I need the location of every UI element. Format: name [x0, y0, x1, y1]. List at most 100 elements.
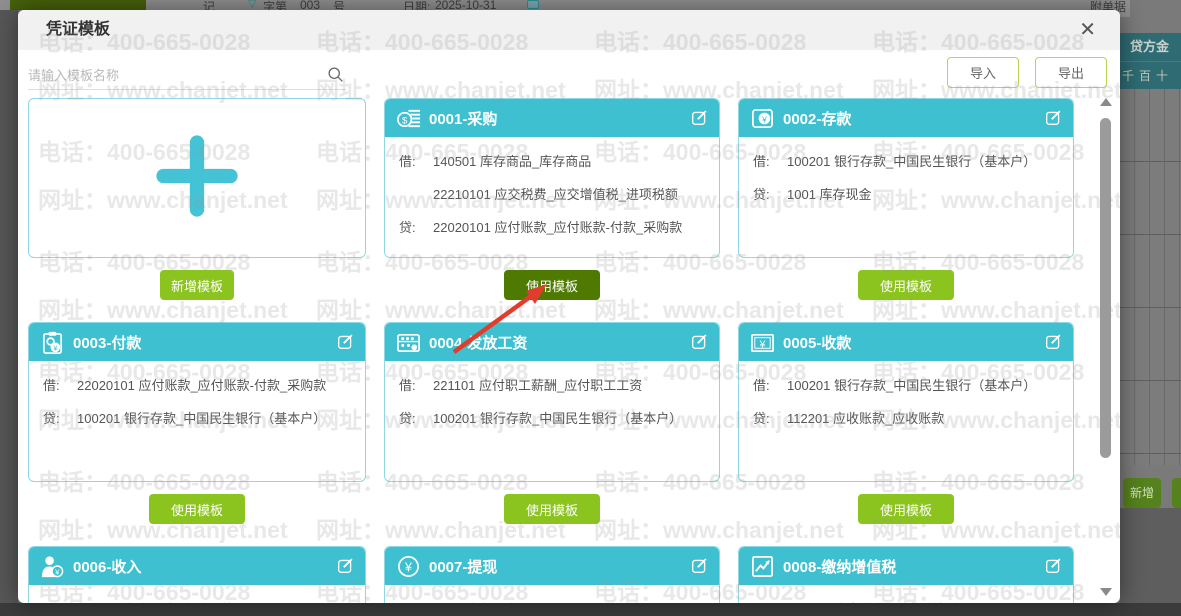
template-card-entries: 借:222102 应交税费_未交增值税: [739, 585, 1073, 603]
search-icon[interactable]: [327, 66, 344, 88]
new-template-button[interactable]: 新增模板: [160, 270, 234, 300]
use-template-button[interactable]: 使用模板: [504, 494, 600, 524]
use-template-button[interactable]: 使用模板: [504, 270, 600, 300]
template-card-header: ¥ 0007-提现: [385, 547, 719, 585]
modal-title: 凭证模板: [46, 21, 111, 38]
background-green-button: [10, 0, 146, 10]
edit-icon[interactable]: [1045, 333, 1063, 351]
template-card-title: 0007-提现: [429, 558, 498, 576]
template-card-entries: 借:112201 应收账款_应收账款: [29, 585, 365, 603]
import-button[interactable]: 导入: [947, 57, 1019, 88]
template-card-cell: ¥ 0005-收款 借: 100201 银行存款_中国民生银行（基本户） 贷: 112…: [738, 322, 1074, 546]
template-card-entries: 借:1001 库存现金: [385, 585, 719, 603]
abacus-icon: [395, 329, 421, 355]
template-card: 0004-发放工资 借: 221101 应付职工薪酬_应付职工工资贷: 100201…: [384, 322, 720, 482]
entry-line: 借: 221101 应付职工薪酬_应付职工工资: [399, 378, 643, 393]
svg-text:$: $: [401, 115, 407, 126]
template-card-title: 0003-付款: [73, 334, 142, 352]
scrollbar-thumb[interactable]: [1100, 118, 1111, 458]
template-card-entries: 借: 100201 银行存款_中国民生银行（基本户） 贷: 112201 应收账款_应…: [739, 361, 1073, 428]
use-template-button[interactable]: 使用模板: [858, 270, 954, 300]
svg-text:¥: ¥: [53, 343, 58, 352]
background-add-button[interactable]: 新增: [1123, 478, 1161, 508]
template-card-header: $ 0001-采购: [385, 99, 719, 137]
entry-line: 贷: 22020101 应付账款_应付账款-付款_采购款: [399, 220, 683, 235]
calendar-icon: [527, 0, 539, 9]
template-card-cell: ¥ 0006-收入 借:112201 应收账款_应收账款 使用模板: [28, 546, 366, 603]
entry-line: 贷: 100201 银行存款_中国民生银行（基本户）: [399, 411, 683, 426]
template-card-entries: 借: 140501 库存商品_库存商品 22210101 应交税费_应交增值税_进项…: [385, 137, 719, 237]
template-card-header: ¥ 0003-付款: [29, 323, 365, 361]
safe-box-icon: ¥: [749, 105, 775, 131]
scrollbar-up-arrow[interactable]: [1100, 98, 1112, 106]
background-table-grid: [1120, 89, 1181, 465]
template-card: $ 0001-采购 借: 140501 库存商品_库存商品 22210101 应交税…: [384, 98, 720, 258]
template-card-entries: 借: 100201 银行存款_中国民生银行（基本户） 贷: 1001 库存现金: [739, 137, 1073, 204]
voucher-template-modal: 凭证模板 ✕ 导入 导出 新增模板 $ 0001-采购: [18, 10, 1120, 603]
template-card-title: 0005-收款: [783, 334, 852, 352]
background-left-strip: [0, 10, 18, 603]
chart-icon: [749, 553, 775, 579]
template-card: ¥ 0002-存款 借: 100201 银行存款_中国民生银行（基本户） 贷: 100…: [738, 98, 1074, 258]
close-icon[interactable]: ✕: [1079, 18, 1096, 42]
template-card-cell: ¥ 0002-存款 借: 100201 银行存款_中国民生银行（基本户） 贷: 100…: [738, 98, 1074, 322]
template-card: 0008-缴纳增值税 借:222102 应交税费_未交增值税: [738, 546, 1074, 603]
clipboard-yen-icon: ¥: [39, 329, 65, 355]
template-card: ¥ 0003-付款 借: 22020101 应付账款_应付账款-付款_采购款 贷: 1…: [28, 322, 366, 482]
background-add-button-2[interactable]: [1172, 478, 1181, 508]
entry-line: 借:112201 应收账款_应收账款: [43, 601, 353, 603]
template-card-cell: $ 0001-采购 借: 140501 库存商品_库存商品 22210101 应交税…: [384, 98, 720, 322]
template-card-cell: ¥ 0003-付款 借: 22020101 应付账款_应付账款-付款_采购款 贷: 1…: [28, 322, 366, 546]
template-card-header: ¥ 0005-收款: [739, 323, 1073, 361]
use-template-button[interactable]: 使用模板: [149, 494, 245, 524]
modal-header: 凭证模板 ✕: [18, 10, 1120, 50]
template-card: ¥ 0006-收入 借:112201 应收账款_应收账款: [28, 546, 366, 603]
template-card-title: 0001-采购: [429, 110, 498, 128]
edit-icon[interactable]: [337, 557, 355, 575]
scrollbar-down-arrow[interactable]: [1100, 588, 1112, 596]
template-card-title: 0008-缴纳增值税: [783, 558, 897, 576]
edit-icon[interactable]: [1045, 557, 1063, 575]
yen-circle-icon: ¥: [395, 553, 421, 579]
edit-icon[interactable]: [1045, 109, 1063, 127]
background-table-panel: 附单据 贷方金 千百十万 新增: [1088, 0, 1181, 603]
person-coin-icon: ¥: [39, 553, 65, 579]
template-card: ¥ 0007-提现 借:1001 库存现金: [384, 546, 720, 603]
template-card-title: 0002-存款: [783, 110, 852, 128]
export-button[interactable]: 导出: [1035, 57, 1107, 88]
svg-text:¥: ¥: [55, 567, 60, 576]
background-voucher-topbar: 记 ▽ 字第 003 号 日期: 2025-10-31: [0, 0, 1181, 14]
template-card-header: ¥ 0002-存款: [739, 99, 1073, 137]
template-card-cell: 0004-发放工资 借: 221101 应付职工薪酬_应付职工工资贷: 100201…: [384, 322, 720, 546]
edit-icon[interactable]: [691, 557, 709, 575]
use-template-button[interactable]: 使用模板: [858, 494, 954, 524]
template-cards-grid: 新增模板 $ 0001-采购 借: 140501 库存商品_库存商品 2221010…: [28, 98, 1092, 603]
entry-line: 贷: 100201 银行存款_中国民生银行（基本户）: [43, 411, 327, 426]
entry-line: 借: 100201 银行存款_中国民生银行（基本户）: [753, 154, 1037, 169]
template-card: ¥ 0005-收款 借: 100201 银行存款_中国民生银行（基本户） 贷: 112…: [738, 322, 1074, 482]
svg-text:¥: ¥: [758, 338, 765, 350]
svg-text:¥: ¥: [761, 114, 767, 124]
add-template-cell: 新增模板: [28, 98, 366, 322]
background-bottom-strip: [0, 603, 1181, 616]
template-card-cell: ¥ 0007-提现 借:1001 库存现金 使用模板: [384, 546, 720, 603]
credit-amount-header: 贷方金: [1120, 33, 1181, 61]
template-card-header: 0008-缴纳增值税: [739, 547, 1073, 585]
plus-icon: [154, 133, 240, 224]
entry-line: 22210101 应交税费_应交增值税_进项税额: [433, 187, 678, 202]
entry-line: 借: 100201 银行存款_中国民生银行（基本户）: [753, 378, 1037, 393]
template-card-title: 0006-收入: [73, 558, 142, 576]
digit-columns-header: 千百十万: [1120, 61, 1181, 89]
edit-icon[interactable]: [691, 109, 709, 127]
template-card-cell: 0008-缴纳增值税 借:222102 应交税费_未交增值税 使用模板: [738, 546, 1074, 603]
add-template-card[interactable]: [28, 98, 366, 258]
entry-line: 借: 22020101 应付账款_应付账款-付款_采购款: [43, 378, 327, 393]
search-input[interactable]: [28, 62, 318, 88]
svg-text:¥: ¥: [404, 560, 412, 574]
edit-icon[interactable]: [337, 333, 355, 351]
template-card-title: 0004-发放工资: [429, 334, 528, 352]
template-card-entries: 借: 221101 应付职工薪酬_应付职工工资贷: 100201 银行存款_中国民生…: [385, 361, 719, 428]
entry-line: 借: 140501 库存商品_库存商品: [399, 154, 592, 169]
funnel-icon: ▽: [248, 0, 257, 10]
edit-icon[interactable]: [691, 333, 709, 351]
